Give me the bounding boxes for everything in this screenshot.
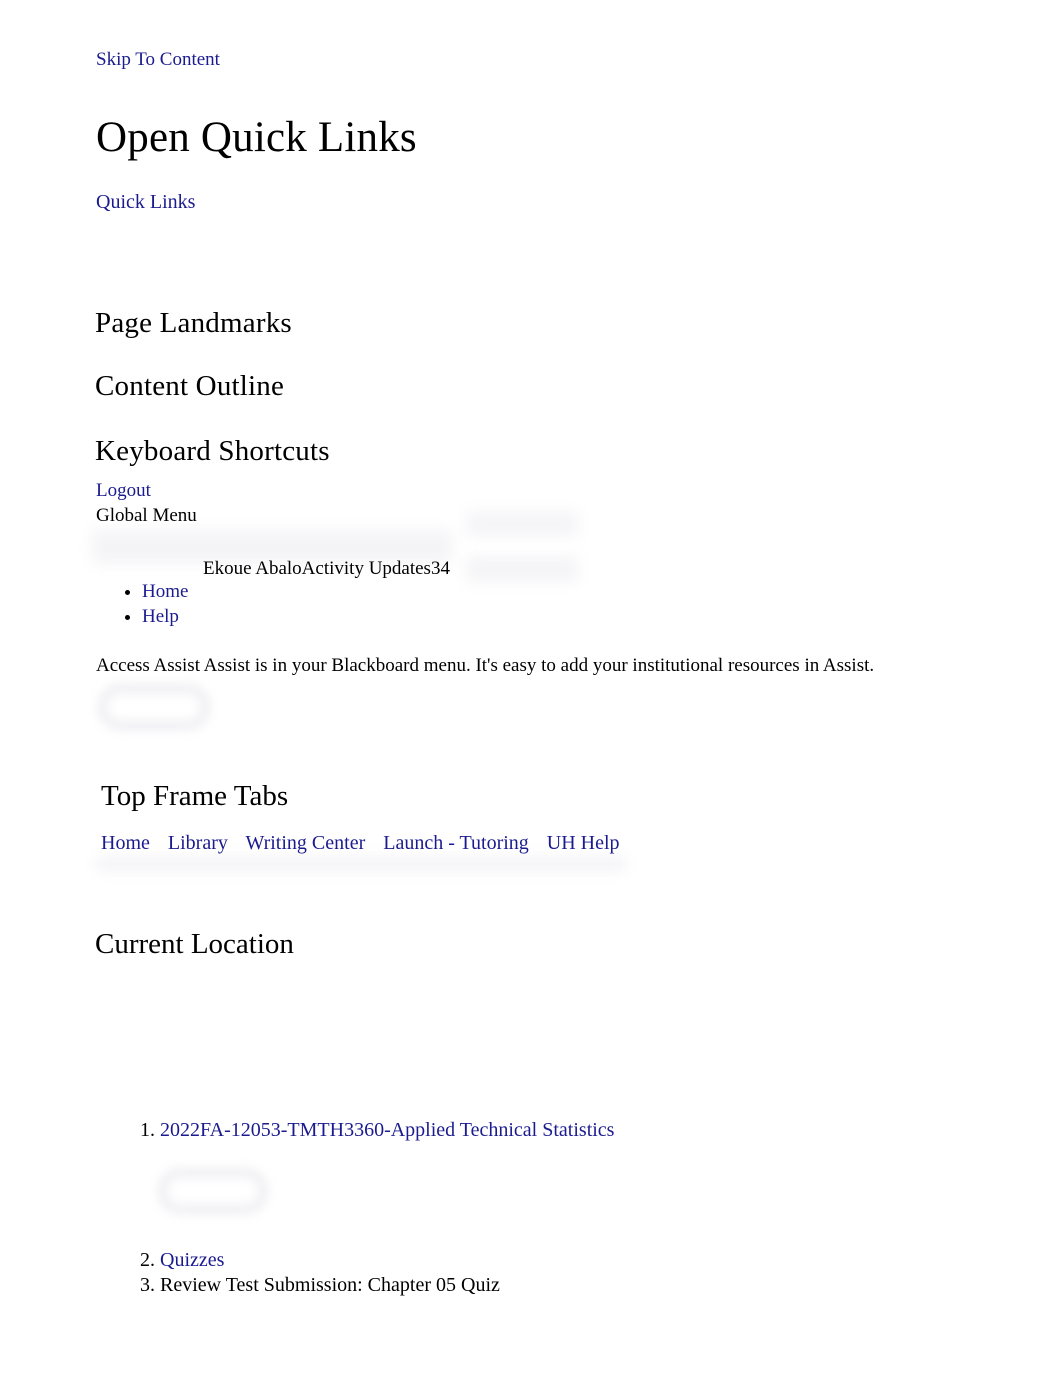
tab-writing-center[interactable]: Writing Center xyxy=(246,832,366,854)
assist-description: Access Assist Assist is in your Blackboa… xyxy=(96,655,875,676)
skip-to-content-link[interactable]: Skip To Content xyxy=(96,49,220,70)
tab-library[interactable]: Library xyxy=(168,832,228,854)
tab-uh-help[interactable]: UH Help xyxy=(547,832,620,854)
tab-home[interactable]: Home xyxy=(101,832,150,854)
quick-links[interactable]: Quick Links xyxy=(96,189,195,215)
breadcrumb-item-quizzes[interactable]: Quizzes xyxy=(160,1248,614,1274)
page-landmarks-heading: Page Landmarks xyxy=(95,307,292,339)
breadcrumb-item-course[interactable]: 2022FA-12053-TMTH3360-Applied Technical … xyxy=(160,1118,614,1144)
keyboard-shortcuts-heading: Keyboard Shortcuts xyxy=(95,435,330,467)
global-menu-label: Global Menu xyxy=(96,505,197,526)
ghost-placeholder-block xyxy=(466,556,578,582)
breadcrumb-item-current: Review Test Submission: Chapter 05 Quiz xyxy=(160,1273,614,1299)
top-frame-tabs-heading: Top Frame Tabs xyxy=(101,780,289,812)
breadcrumb: 2022FA-12053-TMTH3360-Applied Technical … xyxy=(124,1118,614,1299)
current-location-heading: Current Location xyxy=(95,928,294,960)
logout-link[interactable]: Logout xyxy=(96,480,151,501)
page-root: Skip To Content Open Quick Links Quick L… xyxy=(0,0,1062,1377)
global-menu-list: Home Help xyxy=(120,580,188,629)
skip-to-content[interactable]: Skip To Content xyxy=(96,48,220,72)
global-menu-item-help[interactable]: Help xyxy=(142,606,179,627)
list-item[interactable]: Home xyxy=(142,580,188,605)
breadcrumb-current-label: Review Test Submission: Chapter 05 Quiz xyxy=(160,1274,500,1296)
global-menu-item-home[interactable]: Home xyxy=(142,581,188,602)
content-outline-heading: Content Outline xyxy=(95,370,285,402)
quick-links-link[interactable]: Quick Links xyxy=(96,191,195,213)
ghost-placeholder-block xyxy=(466,512,578,536)
logout[interactable]: Logout xyxy=(96,479,151,503)
breadcrumb-link-course[interactable]: 2022FA-12053-TMTH3360-Applied Technical … xyxy=(160,1119,614,1141)
ghost-placeholder-strip xyxy=(96,856,626,872)
list-item[interactable]: Help xyxy=(142,605,188,630)
user-activity-line: Ekoue AbaloActivity Updates34 xyxy=(203,558,450,579)
page-title: Open Quick Links xyxy=(96,114,417,161)
ghost-button-placeholder xyxy=(98,684,210,730)
breadcrumb-link-quizzes[interactable]: Quizzes xyxy=(160,1249,224,1271)
tab-launch-tutoring[interactable]: Launch - Tutoring xyxy=(383,832,529,854)
top-frame-tabs-row: Home Library Writing Center Launch - Tut… xyxy=(101,830,620,856)
